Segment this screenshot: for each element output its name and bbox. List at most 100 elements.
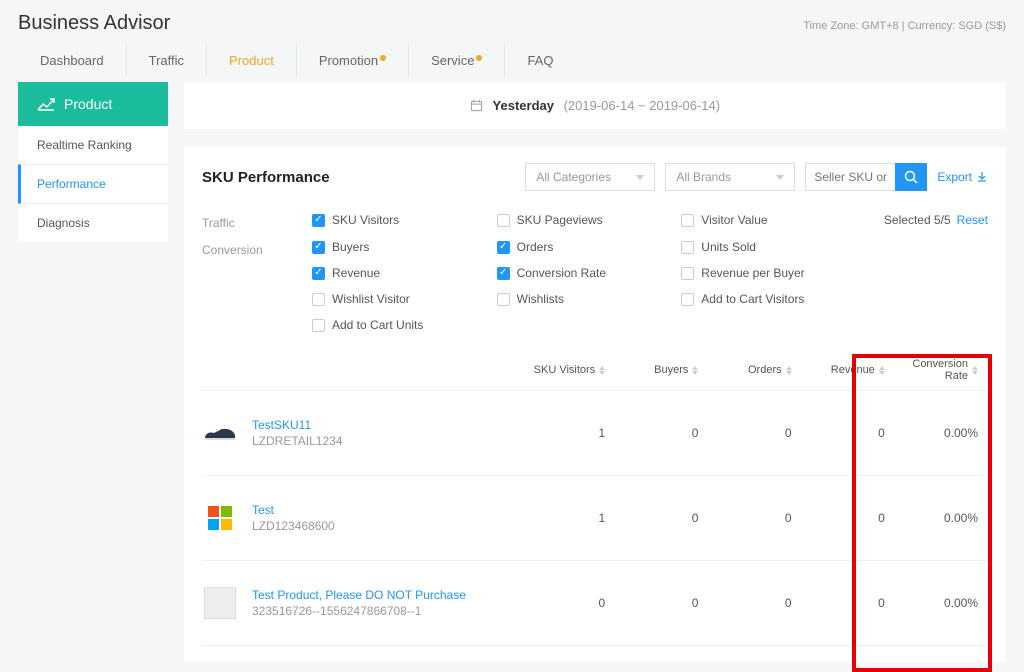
metric-checkbox-orders[interactable]: Orders <box>497 240 682 254</box>
categories-select[interactable]: All Categories <box>525 163 655 191</box>
tab-traffic[interactable]: Traffic <box>127 45 207 76</box>
panel-title: SKU Performance <box>202 169 330 186</box>
chart-icon <box>36 96 56 112</box>
cell-value: 1 <box>522 511 615 525</box>
sku-search-input[interactable] <box>805 163 895 191</box>
metric-checkbox-buyers[interactable]: Buyers <box>312 240 497 254</box>
calendar-icon <box>470 99 483 112</box>
search-button[interactable] <box>895 163 927 191</box>
column-header-revenue[interactable]: Revenue <box>802 358 895 382</box>
tab-promotion[interactable]: Promotion <box>297 45 409 76</box>
cell-value: 0 <box>802 511 895 525</box>
cell-value: 0 <box>708 511 801 525</box>
metric-label: Wishlists <box>517 292 564 306</box>
metric-checkbox-add-to-cart-units[interactable]: Add to Cart Units <box>312 318 497 332</box>
metric-checkbox-wishlists[interactable]: Wishlists <box>497 292 682 306</box>
tab-dashboard[interactable]: Dashboard <box>18 45 127 76</box>
cell-value: 0.00% <box>895 511 988 525</box>
search-icon <box>904 170 918 184</box>
brands-select[interactable]: All Brands <box>665 163 795 191</box>
sku-code: LZDRETAIL1234 <box>252 434 343 448</box>
sku-name-link[interactable]: TestSKU11 <box>252 418 343 432</box>
sku-code: 323516726--1556247866708--1 <box>252 604 466 618</box>
table-row: TestLZD12346860010000.00% <box>202 476 988 561</box>
cell-value: 0 <box>522 596 615 610</box>
metric-checkbox-units-sold[interactable]: Units Sold <box>681 240 866 254</box>
cell-value: 0 <box>615 426 708 440</box>
sku-thumb <box>202 415 238 451</box>
checkbox-icon <box>497 241 510 254</box>
sidebar-item-diagnosis[interactable]: Diagnosis <box>18 204 168 242</box>
metric-checkbox-conversion-rate[interactable]: Conversion Rate <box>497 266 682 280</box>
metric-label: SKU Visitors <box>332 213 399 227</box>
checkbox-icon <box>681 214 694 227</box>
sku-thumb <box>202 500 238 536</box>
sku-name-link[interactable]: Test <box>252 503 335 517</box>
checkbox-icon <box>312 241 325 254</box>
chevron-down-icon <box>636 175 644 180</box>
metric-label: Visitor Value <box>701 213 767 227</box>
metric-checkbox-add-to-cart-visitors[interactable]: Add to Cart Visitors <box>681 292 866 306</box>
date-bar[interactable]: Yesterday (2019-06-14 ~ 2019-06-14) <box>184 82 1006 129</box>
selected-info: Selected 5/5 Reset <box>884 213 988 227</box>
column-header-conversion-rate[interactable]: Conversion Rate <box>895 358 988 382</box>
table-body: TestSKU11LZDRETAIL123410000.00%TestLZD12… <box>202 391 988 646</box>
sidebar-item-performance[interactable]: Performance <box>18 164 168 204</box>
sort-icon <box>599 366 605 375</box>
cell-value: 0.00% <box>895 596 988 610</box>
sidebar-header: Product <box>18 82 168 126</box>
sort-icon <box>879 366 885 375</box>
checkbox-icon <box>312 214 325 227</box>
sidebar: Product Realtime RankingPerformanceDiagn… <box>18 82 168 662</box>
notification-dot-icon <box>380 55 386 61</box>
sort-icon <box>692 366 698 375</box>
cell-value: 0 <box>802 596 895 610</box>
metric-label: Units Sold <box>701 240 756 254</box>
metric-checkbox-sku-visitors[interactable]: SKU Visitors <box>312 213 497 227</box>
sidebar-item-realtime-ranking[interactable]: Realtime Ranking <box>18 126 168 164</box>
metric-label: Orders <box>517 240 554 254</box>
metric-label: Wishlist Visitor <box>332 292 410 306</box>
metric-checkbox-wishlist-visitor[interactable]: Wishlist Visitor <box>312 292 497 306</box>
cell-value: 0 <box>708 596 801 610</box>
notification-dot-icon <box>476 55 482 61</box>
checkbox-icon <box>312 267 325 280</box>
metric-checkbox-sku-pageviews[interactable]: SKU Pageviews <box>497 213 682 227</box>
table-row: Test Product, Please DO NOT Purchase 3235… <box>202 561 988 646</box>
column-header-orders[interactable]: Orders <box>708 358 801 382</box>
checkbox-icon <box>497 267 510 280</box>
table-header: SKU VisitorsBuyersOrdersRevenueConversio… <box>202 350 988 391</box>
reset-link[interactable]: Reset <box>957 213 988 227</box>
tab-product[interactable]: Product <box>207 45 297 76</box>
checkbox-icon <box>312 319 325 332</box>
chevron-down-icon <box>776 175 784 180</box>
checkbox-icon <box>497 293 510 306</box>
checkbox-icon <box>681 267 694 280</box>
column-header-buyers[interactable]: Buyers <box>615 358 708 382</box>
cell-value: 0 <box>708 426 801 440</box>
checkbox-icon <box>681 293 694 306</box>
metric-checkbox-visitor-value[interactable]: Visitor Value <box>681 213 866 227</box>
tab-service[interactable]: Service <box>409 45 505 76</box>
column-header-sku-visitors[interactable]: SKU Visitors <box>522 358 615 382</box>
sku-thumb <box>202 585 238 621</box>
cell-value: 0 <box>615 596 708 610</box>
cell-value: 1 <box>522 426 615 440</box>
tab-faq[interactable]: FAQ <box>505 45 575 76</box>
metric-group-label: Conversion <box>202 240 312 257</box>
export-link[interactable]: Export <box>937 170 988 184</box>
sku-code: LZD123468600 <box>252 519 335 533</box>
checkbox-icon <box>681 241 694 254</box>
metric-checkbox-revenue-per-buyer[interactable]: Revenue per Buyer <box>681 266 866 280</box>
download-icon <box>976 171 988 183</box>
app-title: Business Advisor <box>18 12 170 35</box>
table-row: TestSKU11LZDRETAIL123410000.00% <box>202 391 988 476</box>
checkbox-icon <box>497 214 510 227</box>
sku-name-link[interactable]: Test Product, Please DO NOT Purchase <box>252 588 466 602</box>
metric-label: Conversion Rate <box>517 266 606 280</box>
top-tabs: DashboardTrafficProductPromotionServiceF… <box>18 45 1006 76</box>
sort-icon <box>786 366 792 375</box>
metric-label: Add to Cart Units <box>332 318 423 332</box>
metric-label: Revenue per Buyer <box>701 266 804 280</box>
metric-checkbox-revenue[interactable]: Revenue <box>312 266 497 280</box>
